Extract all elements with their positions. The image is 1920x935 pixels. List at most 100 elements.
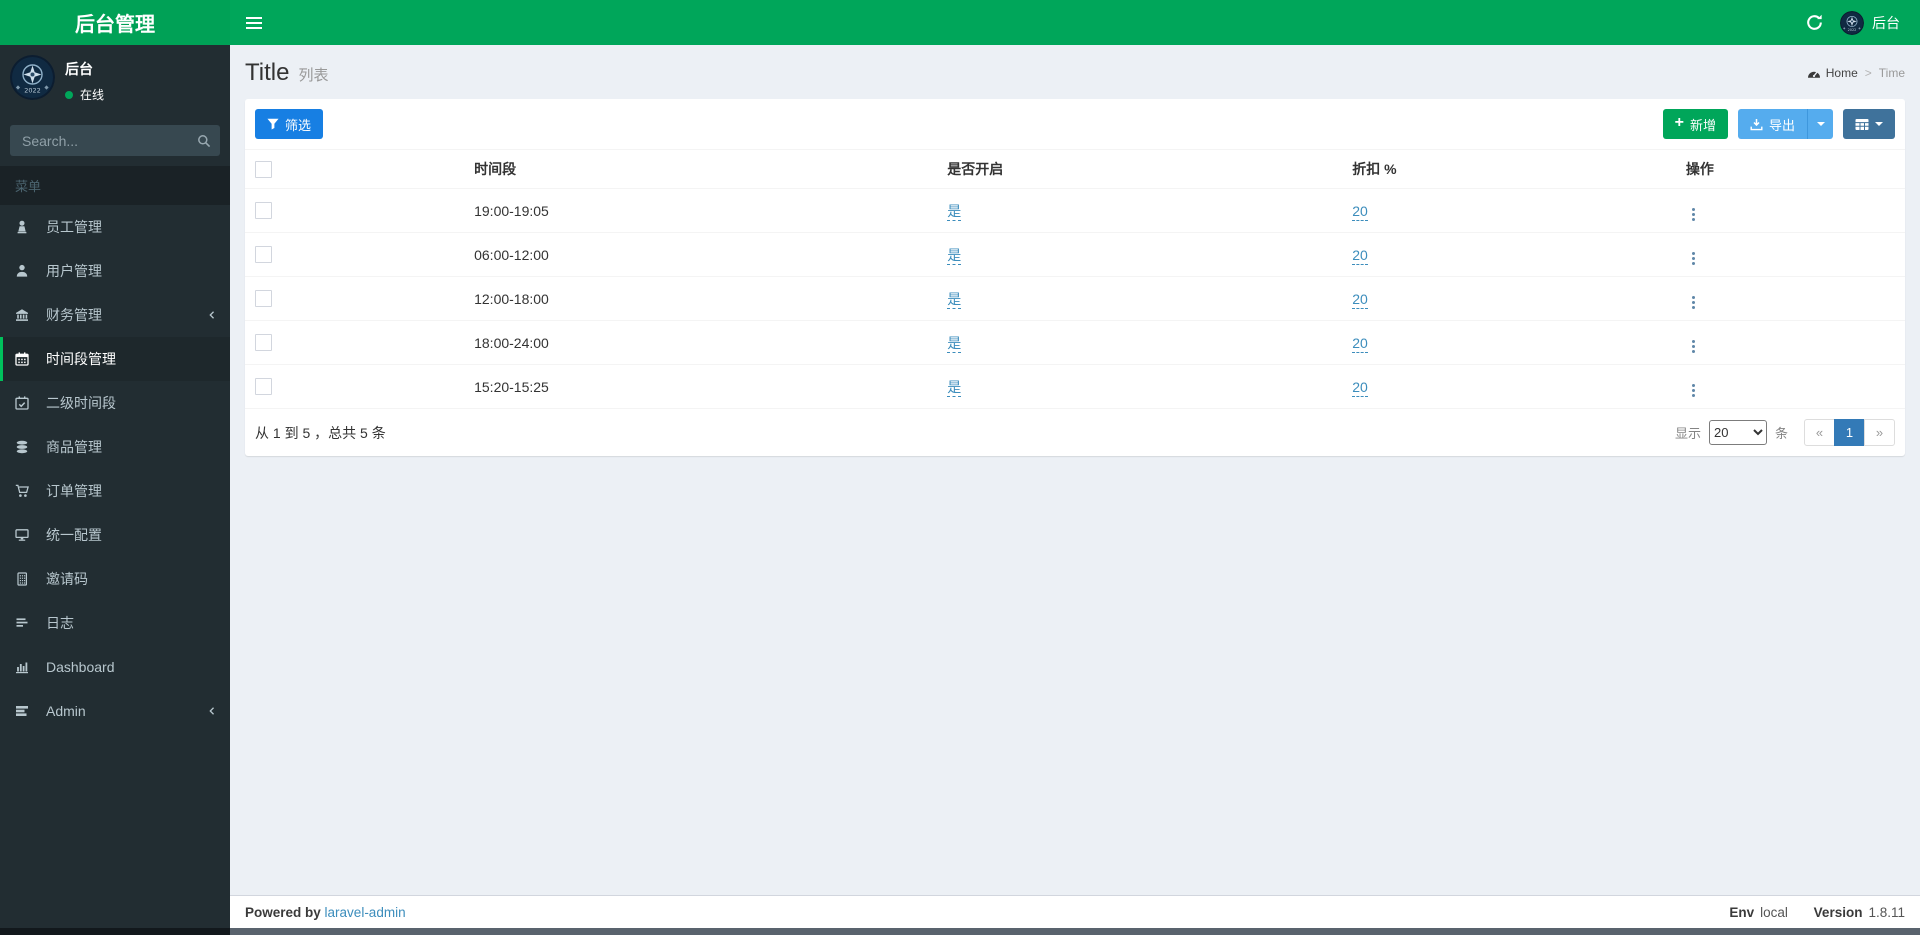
- per-page-control: 显示 20 条: [1675, 420, 1788, 445]
- refresh-icon: [1806, 14, 1822, 30]
- breadcrumb-separator: >: [1864, 66, 1872, 80]
- per-page-select[interactable]: 20: [1708, 420, 1767, 445]
- sidebar-item-orders[interactable]: 订单管理: [0, 469, 230, 513]
- discount-link[interactable]: 20: [1352, 246, 1368, 265]
- sidebar-item-global-config[interactable]: 统一配置: [0, 513, 230, 557]
- sidebar-item-products[interactable]: 商品管理: [0, 425, 230, 469]
- sidebar-item-label: 邀请码: [46, 571, 88, 587]
- row-actions-menu-icon[interactable]: [1686, 382, 1701, 399]
- add-button-label: 新增: [1689, 117, 1716, 133]
- app-logo[interactable]: 后台管理: [0, 0, 230, 45]
- row-checkbox[interactable]: [255, 334, 272, 351]
- filter-button[interactable]: 筛选: [255, 109, 324, 139]
- sidebar-item-time-periods[interactable]: 时间段管理: [0, 337, 230, 381]
- enabled-link[interactable]: 是: [947, 334, 962, 353]
- footer-right: Env local Version 1.8.11: [1729, 905, 1905, 920]
- horizontal-scrollbar[interactable]: [0, 928, 1920, 935]
- toolbar-right: + 新增 导出: [1662, 109, 1895, 139]
- add-button[interactable]: + 新增: [1662, 109, 1728, 139]
- enabled-link[interactable]: 是: [947, 246, 962, 265]
- row-checkbox[interactable]: [255, 246, 272, 263]
- chevron-left-icon: [206, 705, 218, 717]
- table-row: 06:00-12:00 是 20: [245, 232, 1905, 277]
- user-avatar: [10, 55, 55, 100]
- discount-link[interactable]: 20: [1352, 290, 1368, 309]
- sidebar-item-invite-codes[interactable]: 邀请码: [0, 557, 230, 601]
- staff-icon: [15, 220, 38, 234]
- bank-icon: [15, 308, 38, 322]
- search-icon: [198, 134, 211, 147]
- online-status-dot: [65, 90, 73, 99]
- row-actions-menu-icon[interactable]: [1686, 206, 1701, 223]
- select-all-checkbox[interactable]: [255, 160, 272, 178]
- row-actions-menu-icon[interactable]: [1686, 294, 1701, 311]
- navbar-user-menu[interactable]: 后台: [1834, 0, 1906, 45]
- pagination-next-button[interactable]: »: [1864, 419, 1895, 446]
- sidebar: 后台 在线 菜单 员工管理 用户管理: [0, 45, 230, 935]
- sidebar-item-dashboard[interactable]: Dashboard: [0, 645, 230, 689]
- refresh-button[interactable]: [1794, 0, 1834, 45]
- export-button[interactable]: 导出: [1737, 109, 1807, 139]
- table-header-row: 时间段 是否开启 折扣 % 操作: [245, 149, 1905, 189]
- enabled-link[interactable]: 是: [947, 290, 962, 309]
- sidebar-item-staff[interactable]: 员工管理: [0, 205, 230, 249]
- sidebar-item-label: 二级时间段: [46, 395, 116, 411]
- row-actions-menu-icon[interactable]: [1686, 338, 1701, 355]
- navbar-right: 后台: [1794, 0, 1920, 45]
- row-checkbox[interactable]: [255, 290, 272, 307]
- row-checkbox[interactable]: [255, 378, 272, 395]
- invite-code-icon: [15, 572, 38, 586]
- sidebar-item-logs[interactable]: 日志: [0, 601, 230, 645]
- column-header-enabled: 是否开启: [937, 149, 1343, 189]
- version-label: Version: [1813, 904, 1863, 920]
- sidebar-item-label: 用户管理: [46, 263, 102, 279]
- sidebar-item-finance[interactable]: 财务管理: [0, 293, 230, 337]
- table-grid-icon: [1855, 118, 1869, 130]
- pagination-prev-button[interactable]: «: [1804, 419, 1835, 446]
- table-row: 18:00-24:00 是 20: [245, 320, 1905, 365]
- bar-chart-icon: [15, 660, 38, 674]
- page-title-text: Title: [245, 59, 290, 86]
- grid-footer: 从 1 到 5 ，总共 5 条 显示 20 条 « 1 »: [245, 409, 1905, 456]
- breadcrumb-home-link[interactable]: Home: [1807, 66, 1858, 80]
- sidebar-item-sub-time-periods[interactable]: 二级时间段: [0, 381, 230, 425]
- menu-header: 菜单: [0, 166, 230, 205]
- cell-time: 15:20-15:25: [464, 364, 938, 409]
- table-row: 12:00-18:00 是 20: [245, 276, 1905, 321]
- version-group: Version 1.8.11: [1814, 905, 1905, 920]
- table-row: 19:00-19:05 是 20: [245, 188, 1905, 233]
- discount-link[interactable]: 20: [1352, 202, 1368, 221]
- scrollbar-thumb[interactable]: [230, 928, 1920, 935]
- user-status-label: 在线: [80, 88, 105, 102]
- page-title: Title 列表: [245, 59, 328, 87]
- sidebar-item-label: 商品管理: [46, 439, 102, 455]
- records-summary: 从 1 到 5 ，总共 5 条: [255, 424, 386, 441]
- enabled-link[interactable]: 是: [947, 378, 962, 397]
- sidebar-item-users[interactable]: 用户管理: [0, 249, 230, 293]
- sidebar-item-label: 时间段管理: [46, 351, 116, 367]
- version-value: 1.8.11: [1868, 904, 1905, 920]
- breadcrumb-home-label: Home: [1825, 66, 1858, 80]
- discount-link[interactable]: 20: [1352, 334, 1368, 353]
- export-button-group: 导出: [1737, 109, 1833, 139]
- content-header: Title 列表 Home > Time: [230, 45, 1920, 95]
- sidebar-item-label: 统一配置: [46, 527, 102, 543]
- export-dropdown-button[interactable]: [1807, 109, 1833, 139]
- laravel-admin-link[interactable]: laravel-admin: [325, 905, 406, 920]
- sidebar-item-label: Admin: [46, 703, 86, 719]
- powered-by: Powered by laravel-admin: [245, 905, 406, 920]
- database-icon: [15, 440, 38, 454]
- env-label: Env: [1729, 904, 1755, 920]
- row-actions-menu-icon[interactable]: [1686, 250, 1701, 267]
- caret-down-icon: [1875, 122, 1883, 126]
- pagination-page-1[interactable]: 1: [1834, 419, 1865, 446]
- top-navbar: 后台: [230, 0, 1920, 45]
- discount-link[interactable]: 20: [1352, 378, 1368, 397]
- column-selector-button[interactable]: [1843, 109, 1895, 139]
- row-checkbox[interactable]: [255, 202, 272, 219]
- enabled-link[interactable]: 是: [947, 202, 962, 221]
- sidebar-item-admin[interactable]: Admin: [0, 689, 230, 733]
- search-button[interactable]: [188, 125, 220, 156]
- sidebar-toggle-button[interactable]: [230, 0, 278, 45]
- chevron-left-icon: [206, 309, 218, 321]
